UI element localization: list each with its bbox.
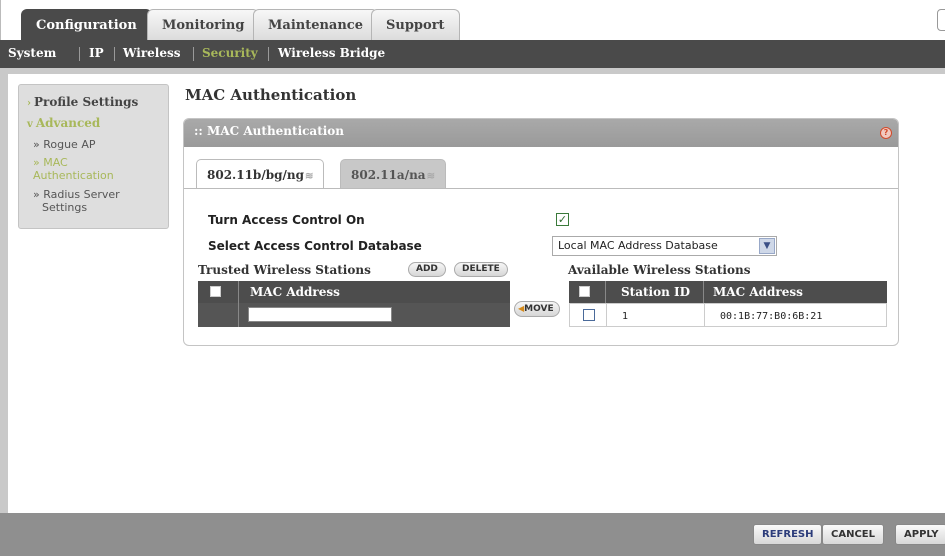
tab-underline: [184, 188, 898, 189]
refresh-button[interactable]: REFRESH: [753, 524, 823, 545]
sidebar-item-rogue-ap[interactable]: » Rogue AP: [33, 138, 95, 151]
add-button[interactable]: ADD: [408, 262, 446, 277]
available-table-header: Station ID MAC Address: [569, 281, 887, 303]
sub-nav: System IP Wireless Security Wireless Bri…: [0, 40, 945, 74]
tab-monitoring[interactable]: Monitoring: [147, 9, 260, 40]
station-row-checkbox[interactable]: [583, 309, 595, 321]
window-corner: [937, 9, 945, 31]
delete-button[interactable]: DELETE: [454, 262, 508, 277]
trusted-table-header: MAC Address: [198, 281, 510, 303]
sidebar-item-advanced[interactable]: v Advanced: [27, 116, 100, 130]
subnav-separator: [114, 47, 115, 61]
select-all-available-checkbox[interactable]: [579, 286, 590, 297]
access-control-database-select[interactable]: Local MAC Address Database ▼: [552, 236, 777, 256]
trusted-stations-title: Trusted Wireless Stations: [198, 263, 371, 277]
sidebar-item-radius-server-settings[interactable]: » Radius Server Settings: [33, 188, 120, 214]
left-edge-strip: [0, 68, 8, 513]
subnav-strip: [0, 68, 945, 74]
station-id-header: Station ID: [621, 285, 691, 299]
mac-address-input[interactable]: [248, 307, 392, 322]
access-control-checkbox[interactable]: ✓: [556, 213, 569, 226]
available-mac-header: MAC Address: [713, 285, 803, 299]
panel-title: :: MAC Authentication: [194, 124, 345, 138]
subnav-ip[interactable]: IP: [89, 46, 104, 60]
apply-button[interactable]: APPLY: [895, 524, 945, 545]
available-stations-title: Available Wireless Stations: [568, 263, 751, 277]
tab-radio-bg-ng[interactable]: 802.11b/bg/ng≋: [196, 159, 325, 189]
station-mac-cell: 00:1B:77:B0:6B:21: [720, 311, 823, 322]
sidebar-item-profile-settings[interactable]: › Profile Settings: [27, 95, 138, 109]
tab-support[interactable]: Support: [371, 9, 460, 40]
subnav-separator: [268, 47, 269, 61]
panel-header: :: MAC Authentication ?: [184, 119, 898, 147]
sidebar: › Profile Settings v Advanced » Rogue AP »…: [18, 84, 169, 229]
chevron-down-icon[interactable]: ▼: [759, 238, 775, 254]
subnav-wireless[interactable]: Wireless: [123, 46, 181, 60]
tab-configuration[interactable]: Configuration: [21, 9, 152, 40]
subnav-system[interactable]: System: [8, 46, 56, 60]
trusted-mac-header: MAC Address: [250, 285, 340, 299]
subnav-separator: [193, 47, 194, 61]
subnav-separator: [79, 47, 80, 61]
cancel-button[interactable]: CANCEL: [822, 524, 884, 545]
tab-maintenance[interactable]: Maintenance: [253, 9, 378, 40]
footer-bar: REFRESH CANCEL APPLY: [0, 513, 945, 556]
move-button[interactable]: ◀MOVE: [514, 301, 560, 317]
chevron-down-icon: v: [27, 119, 33, 130]
subnav-security[interactable]: Security: [202, 46, 258, 60]
help-icon[interactable]: ?: [880, 127, 892, 139]
tab-radio-a-na[interactable]: 802.11a/na≋: [340, 159, 446, 189]
station-id-cell: 1: [622, 311, 629, 322]
select-database-label: Select Access Control Database: [208, 239, 422, 253]
select-all-trusted-checkbox[interactable]: [210, 286, 221, 297]
mac-auth-panel: :: MAC Authentication ? 802.11b/bg/ng≋ 8…: [183, 118, 899, 346]
page-title: MAC Authentication: [185, 86, 357, 104]
sidebar-item-mac-authentication[interactable]: » MAC Authentication: [33, 156, 114, 182]
chevron-right-icon: ›: [27, 98, 31, 109]
turn-access-control-label: Turn Access Control On: [208, 213, 365, 227]
table-row[interactable]: 1 00:1B:77:B0:6B:21: [569, 303, 887, 327]
subnav-wireless-bridge[interactable]: Wireless Bridge: [278, 46, 385, 60]
top-tab-bar: Configuration Monitoring Maintenance Sup…: [0, 0, 945, 40]
